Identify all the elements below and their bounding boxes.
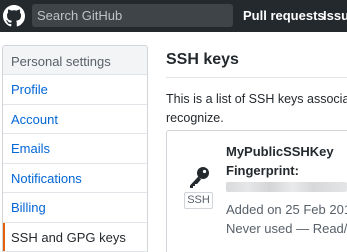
sidebar-item-emails[interactable]: Emails [3, 134, 147, 164]
ssh-type-badge: SSH [184, 192, 213, 209]
key-added-date: Added on 25 Feb 2018 [226, 202, 347, 217]
sidebar-item-billing[interactable]: Billing [3, 193, 147, 223]
search-placeholder: Search GitHub [37, 8, 123, 23]
sidebar-item-account[interactable]: Account [3, 105, 147, 134]
sidebar-item-profile[interactable]: Profile [3, 75, 147, 105]
nav-issues[interactable]: Issue [323, 8, 347, 23]
key-title: MyPublicSSHKey [226, 144, 334, 159]
sidebar-item-ssh-gpg-keys[interactable]: SSH and GPG keys [3, 222, 147, 252]
key-icon [190, 167, 209, 188]
github-logo-icon[interactable] [3, 5, 25, 27]
title-divider [166, 77, 347, 78]
sidebar-heading: Personal settings [3, 46, 147, 75]
intro-text: This is a list of SSH keys associated re… [166, 90, 347, 128]
intro-line-2: recognize. [166, 111, 224, 125]
key-usage-status: Never used — Read/wri [226, 221, 347, 236]
sidebar-item-notifications[interactable]: Notifications [3, 164, 147, 193]
settings-sidebar: Personal settings Profile Account Emails… [2, 45, 148, 252]
page-title: SSH keys [166, 51, 239, 68]
top-header: Search GitHub Pull requests Issue [0, 0, 347, 32]
nav-pull-requests[interactable]: Pull requests [243, 8, 325, 23]
intro-line-1: This is a list of SSH keys associated [166, 92, 347, 106]
search-input[interactable]: Search GitHub [32, 4, 233, 27]
fingerprint-value-redacted [226, 182, 347, 192]
fingerprint-label: Fingerprint: [226, 163, 299, 178]
